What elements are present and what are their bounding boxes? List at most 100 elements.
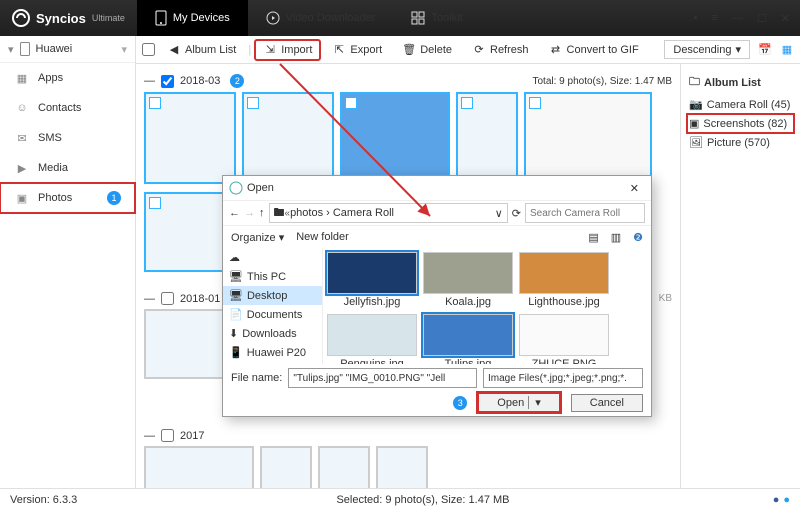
open-button[interactable]: Open▾ xyxy=(478,393,559,412)
group-label: 2017 xyxy=(180,430,204,442)
file-thumb xyxy=(519,314,609,356)
album-list-button[interactable]: ◀Album List xyxy=(159,40,244,60)
group-checkbox[interactable] xyxy=(161,429,174,442)
photo-thumb[interactable] xyxy=(260,446,312,488)
side-desktop[interactable]: 🖥Desktop xyxy=(223,286,322,305)
album-item-screenshots[interactable]: ▣Screenshots (82) xyxy=(687,114,794,133)
breadcrumb[interactable]: 🖿 « photos › Camera Roll∨ xyxy=(269,203,508,223)
chat-icon[interactable]: ▪ xyxy=(694,12,698,25)
nav-back-icon[interactable]: ← xyxy=(229,207,240,219)
photo-thumb[interactable] xyxy=(340,92,450,184)
convert-gif-button[interactable]: ⇄Convert to GIF xyxy=(541,40,647,60)
side-thispc[interactable]: 🖥This PC xyxy=(223,267,322,286)
apps-icon: ▦ xyxy=(14,70,30,86)
select-all-checkbox[interactable] xyxy=(142,43,155,56)
dialog-nav: ← → ↑ 🖿 « photos › Camera Roll∨ ⟳ xyxy=(223,200,651,226)
photo-thumb[interactable] xyxy=(144,92,236,184)
file-item[interactable]: Jellyfish.jpg xyxy=(327,252,417,308)
album-item[interactable]: 🖼Picture (570) xyxy=(687,133,794,152)
twitter-icon[interactable]: ● xyxy=(783,494,790,506)
chevron-down-icon: ▾ xyxy=(528,396,541,409)
statusbar: Version: 6.3.3 Selected: 9 photo(s), Siz… xyxy=(0,488,800,510)
view-icon[interactable]: ▦ xyxy=(780,43,794,57)
app-icon xyxy=(229,181,243,195)
side-downloads[interactable]: ⬇Downloads xyxy=(223,324,322,343)
view-large-icon[interactable]: ▤ xyxy=(588,231,598,244)
dialog-organize-bar: Organize ▾ New folder ▤ ▥ ❷ xyxy=(223,226,651,248)
sort-button[interactable]: Descending▾ xyxy=(664,40,750,59)
photo-thumb[interactable] xyxy=(456,92,518,184)
file-item[interactable]: ZHUCE.PNG xyxy=(519,314,609,364)
photo-thumb[interactable] xyxy=(376,446,428,488)
photo-icon: ▣ xyxy=(14,190,30,206)
brand-name: Syncios xyxy=(36,11,86,26)
side-phone[interactable]: 📱Huawei P20 xyxy=(223,343,322,362)
side-documents[interactable]: 📄Documents xyxy=(223,305,322,324)
sidebar-item-apps[interactable]: ▦Apps xyxy=(0,63,135,93)
tab-toolkit[interactable]: Toolkit xyxy=(393,0,480,36)
sidebar-item-photos[interactable]: ▣Photos 1 xyxy=(0,183,135,213)
collapse-icon[interactable]: — xyxy=(144,75,155,87)
dialog-footer: File name: 3 Open▾ Cancel xyxy=(223,364,651,417)
step-badge-3: 3 xyxy=(453,396,467,410)
album-item[interactable]: 📷Camera Roll (45) xyxy=(687,95,794,114)
refresh-button[interactable]: ⟳Refresh xyxy=(464,40,537,60)
album-title: 🗀Album List xyxy=(687,70,794,95)
collapse-icon[interactable]: — xyxy=(144,430,155,442)
photo-thumb[interactable] xyxy=(242,92,334,184)
max-icon[interactable]: ☐ xyxy=(757,12,767,25)
menu-icon[interactable]: ≡ xyxy=(711,12,717,25)
file-item[interactable]: Lighthouse.jpg xyxy=(519,252,609,308)
group-checkbox[interactable] xyxy=(161,292,174,305)
group-checkbox[interactable] xyxy=(161,75,174,88)
view-list-icon[interactable]: ▥ xyxy=(611,231,621,244)
min-icon[interactable]: — xyxy=(732,12,743,25)
convert-icon: ⇄ xyxy=(549,43,563,57)
file-item[interactable]: Koala.jpg xyxy=(423,252,513,308)
album-panel: 🗀Album List 📷Camera Roll (45) ▣Screensho… xyxy=(680,64,800,488)
nav-fwd-icon[interactable]: → xyxy=(244,207,255,219)
new-folder-button[interactable]: New folder xyxy=(296,231,349,243)
import-button[interactable]: ⇲Import xyxy=(255,40,320,60)
filter-select[interactable] xyxy=(483,368,643,388)
tab-my-devices[interactable]: My Devices xyxy=(137,0,248,36)
photo-thumb[interactable] xyxy=(144,446,254,488)
photo-thumb[interactable] xyxy=(524,92,652,184)
close-icon[interactable]: ✕ xyxy=(781,12,790,25)
sidebar-item-sms[interactable]: ✉SMS xyxy=(0,123,135,153)
facebook-icon[interactable]: ● xyxy=(773,494,780,506)
cancel-button[interactable]: Cancel xyxy=(571,394,643,412)
side-music[interactable]: ♪Music xyxy=(223,362,322,364)
file-list[interactable]: Jellyfish.jpg Koala.jpg Lighthouse.jpg P… xyxy=(323,248,651,364)
phone-icon: 📱 xyxy=(229,346,243,359)
nav-up-icon[interactable]: ↑ xyxy=(259,207,265,219)
tab-video-downloader[interactable]: Video Downloader xyxy=(248,0,394,36)
collapse-icon[interactable]: — xyxy=(144,293,155,305)
help-icon[interactable]: ❷ xyxy=(633,231,643,244)
organize-button[interactable]: Organize ▾ xyxy=(231,231,284,244)
sidebar-item-contacts[interactable]: ☺Contacts xyxy=(0,93,135,123)
filename-input[interactable] xyxy=(288,368,477,388)
side-cloud[interactable]: ☁ xyxy=(223,248,322,267)
cloud-icon: ☁ xyxy=(229,251,240,264)
file-thumb xyxy=(327,314,417,356)
selection-label: Selected: 9 photo(s), Size: 1.47 MB xyxy=(77,494,768,506)
file-thumb xyxy=(519,252,609,294)
nav-tabs: My Devices Video Downloader Toolkit xyxy=(137,0,481,36)
file-item[interactable]: Tulips.jpg xyxy=(423,314,513,364)
contact-icon: ☺ xyxy=(14,100,30,116)
search-input[interactable] xyxy=(525,203,645,223)
sidebar-item-media[interactable]: ▶Media xyxy=(0,153,135,183)
calendar-icon[interactable]: 📅 xyxy=(758,43,772,57)
tab-label: Video Downloader xyxy=(286,12,376,24)
photo-thumb[interactable] xyxy=(318,446,370,488)
refresh-icon[interactable]: ⟳ xyxy=(512,207,521,220)
close-icon[interactable]: ✕ xyxy=(624,180,645,197)
file-item[interactable]: Penguins.jpg xyxy=(327,314,417,364)
screenshot-icon: ▣ xyxy=(689,117,699,130)
play-icon xyxy=(266,11,280,25)
step-badge-1: 1 xyxy=(107,191,121,205)
export-button[interactable]: ⇱Export xyxy=(324,40,390,60)
delete-button[interactable]: 🗑Delete xyxy=(394,40,460,60)
device-selector[interactable]: ▾ Huawei ▾ xyxy=(0,36,135,63)
